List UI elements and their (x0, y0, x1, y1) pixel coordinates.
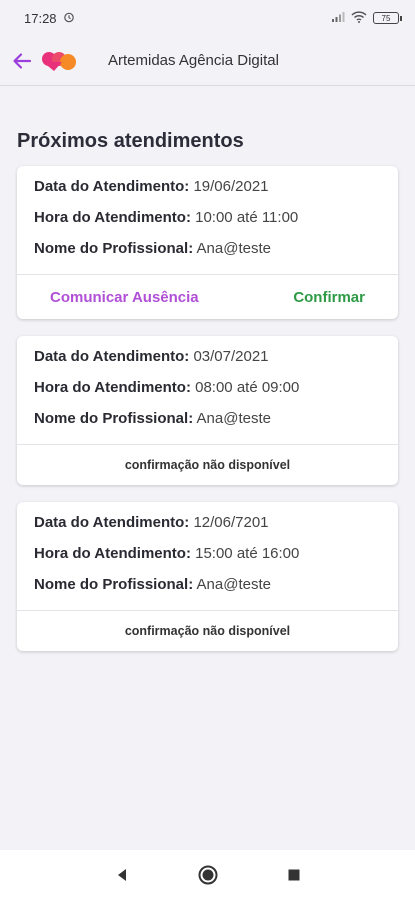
appointment-date-row: Data do Atendimento: 12/06/7201 (34, 513, 381, 533)
status-right: 75 (331, 10, 402, 26)
professional-value: Ana@teste (196, 240, 271, 257)
date-value: 03/07/2021 (193, 348, 269, 365)
status-bar: 17:28 75 (0, 0, 415, 36)
appointment-details: Data do Atendimento: 12/06/7201 Hora do … (17, 502, 398, 610)
appointment-professional-row: Nome do Profissional: Ana@teste (34, 239, 381, 259)
confirm-button[interactable]: Confirmar (293, 289, 365, 306)
recents-square-icon (288, 869, 299, 881)
appointment-time-row: Hora do Atendimento: 10:00 até 11:00 (34, 208, 381, 228)
alarm-icon (63, 11, 75, 26)
date-label: Data do Atendimento: (34, 178, 190, 195)
appointment-date-row: Data do Atendimento: 03/07/2021 (34, 347, 381, 367)
time-label: Hora do Atendimento: (34, 379, 191, 396)
battery-icon: 75 (373, 12, 402, 24)
time-label: Hora do Atendimento: (34, 545, 191, 562)
professional-value: Ana@teste (196, 410, 271, 427)
status-time: 17:28 (24, 10, 57, 26)
appointment-professional-row: Nome do Profissional: Ana@teste (34, 409, 381, 429)
card-status: confirmação não disponível (17, 444, 398, 485)
card-actions: Comunicar Ausência Confirmar (17, 274, 398, 319)
date-value: 19/06/2021 (193, 178, 269, 195)
professional-label: Nome do Profissional: (34, 240, 194, 257)
time-label: Hora do Atendimento: (34, 209, 191, 226)
system-nav-bar (0, 850, 415, 900)
nav-home-button[interactable] (197, 864, 219, 886)
time-value: 15:00 até 16:00 (195, 545, 300, 562)
card-status: confirmação não disponível (17, 610, 398, 651)
main-content: Próximos atendimentos Data do Atendiment… (0, 130, 415, 651)
professional-label: Nome do Profissional: (34, 410, 194, 427)
nav-back-button[interactable] (115, 868, 129, 882)
confirmation-unavailable-text: confirmação não disponível (124, 458, 291, 472)
date-value: 12/06/7201 (193, 514, 269, 531)
back-triangle-icon (117, 869, 126, 881)
nav-recents-button[interactable] (287, 868, 301, 882)
time-value: 08:00 até 09:00 (195, 379, 300, 396)
appointment-date-row: Data do Atendimento: 19/06/2021 (34, 177, 381, 197)
section-title: Próximos atendimentos (17, 130, 244, 152)
appointment-card: Data do Atendimento: 19/06/2021 Hora do … (17, 166, 398, 319)
appointment-card: Data do Atendimento: 03/07/2021 Hora do … (17, 336, 398, 485)
back-button[interactable] (10, 49, 34, 73)
time-value: 10:00 até 11:00 (195, 209, 299, 226)
date-label: Data do Atendimento: (34, 514, 190, 531)
wifi-icon (351, 10, 367, 26)
appointment-card: Data do Atendimento: 12/06/7201 Hora do … (17, 502, 398, 651)
report-absence-button[interactable]: Comunicar Ausência (50, 289, 199, 306)
signal-icon (331, 11, 345, 26)
status-left: 17:28 (24, 11, 75, 26)
appointment-time-row: Hora do Atendimento: 15:00 até 16:00 (34, 544, 381, 564)
professional-value: Ana@teste (196, 576, 271, 593)
appointment-time-row: Hora do Atendimento: 08:00 até 09:00 (34, 378, 381, 398)
appointment-details: Data do Atendimento: 19/06/2021 Hora do … (17, 166, 398, 274)
arrow-left-icon (13, 52, 32, 69)
home-circle-icon (198, 865, 217, 885)
confirmation-unavailable-text: confirmação não disponível (124, 624, 291, 638)
app-title: Artemidas Agência Digital (108, 52, 279, 69)
appointment-details: Data do Atendimento: 03/07/2021 Hora do … (17, 336, 398, 444)
date-label: Data do Atendimento: (34, 348, 190, 365)
app-bar: Artemidas Agência Digital (0, 36, 415, 86)
heart-logo (42, 51, 76, 71)
professional-label: Nome do Profissional: (34, 576, 194, 593)
battery-level: 75 (381, 13, 391, 23)
appointment-professional-row: Nome do Profissional: Ana@teste (34, 575, 381, 595)
